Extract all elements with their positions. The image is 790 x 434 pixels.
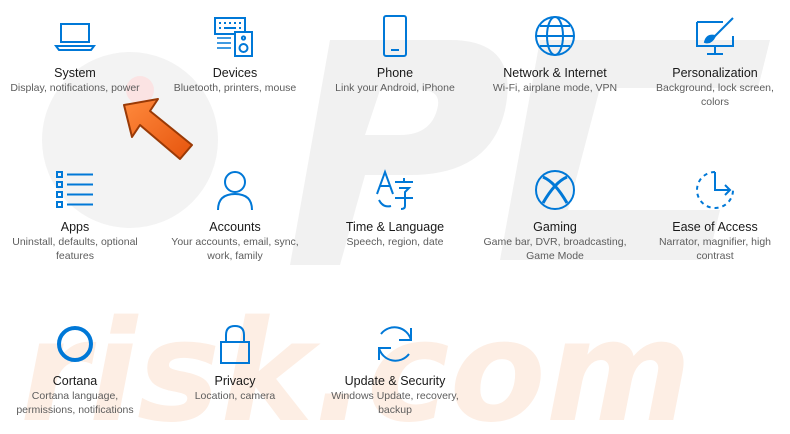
tile-description: Bluetooth, printers, mouse <box>173 82 297 94</box>
tile-title: System <box>54 66 96 80</box>
tile-description: Location, camera <box>194 390 276 402</box>
tile-title: Cortana <box>52 374 98 388</box>
tile-title: Phone <box>376 66 414 80</box>
tile-title: Personalization <box>672 66 758 80</box>
tile-description: Link your Android, iPhone <box>335 82 455 94</box>
language-icon <box>373 168 417 212</box>
globe-icon <box>533 14 577 58</box>
tile-gaming[interactable]: Gaming Game bar, DVR, broadcasting, Game… <box>480 168 630 263</box>
tile-description: Narrator, magnifier, high contrast <box>658 236 772 262</box>
settings-grid: System Display, notifications, power Dev… <box>0 0 790 434</box>
tile-description: Windows Update, recovery, backup <box>331 390 459 416</box>
tile-apps[interactable]: Apps Uninstall, defaults, optional featu… <box>0 168 150 263</box>
tile-network-internet[interactable]: Network & Internet Wi-Fi, airplane mode,… <box>480 14 630 96</box>
ease-of-access-icon <box>693 168 737 212</box>
tile-accounts[interactable]: Accounts Your accounts, email, sync, wor… <box>160 168 310 263</box>
tile-personalization[interactable]: Personalization Background, lock screen,… <box>640 14 790 109</box>
paint-screen-icon <box>693 14 737 58</box>
tile-description: Speech, region, date <box>346 236 444 248</box>
tile-title: Privacy <box>214 374 256 388</box>
tile-title: Devices <box>212 66 258 80</box>
tile-description: Cortana language, permissions, notificat… <box>16 390 134 416</box>
orange-arrow-icon <box>123 98 193 160</box>
tile-privacy[interactable]: Privacy Location, camera <box>160 322 310 404</box>
phone-icon <box>373 14 417 58</box>
tile-devices[interactable]: Devices Bluetooth, printers, mouse <box>160 14 310 96</box>
sync-icon <box>373 322 417 366</box>
tile-title: Accounts <box>209 220 261 234</box>
tile-title: Time & Language <box>345 220 445 234</box>
keyboard-speaker-icon <box>213 14 257 58</box>
tile-description: Display, notifications, power <box>10 82 140 94</box>
apps-list-icon <box>53 168 97 212</box>
tile-description: Uninstall, defaults, optional features <box>12 236 138 262</box>
tile-description: Wi-Fi, airplane mode, VPN <box>492 82 618 94</box>
tile-title: Network & Internet <box>503 66 607 80</box>
tile-cortana[interactable]: Cortana Cortana language, permissions, n… <box>0 322 150 417</box>
xbox-icon <box>533 168 577 212</box>
tile-title: Ease of Access <box>672 220 758 234</box>
tile-time-language[interactable]: Time & Language Speech, region, date <box>320 168 470 250</box>
laptop-icon <box>53 14 97 58</box>
person-icon <box>213 168 257 212</box>
tile-title: Gaming <box>533 220 577 234</box>
tile-ease-of-access[interactable]: Ease of Access Narrator, magnifier, high… <box>640 168 790 263</box>
tile-description: Your accounts, email, sync, work, family <box>171 236 299 262</box>
tile-description: Background, lock screen, colors <box>656 82 774 108</box>
tile-phone[interactable]: Phone Link your Android, iPhone <box>320 14 470 96</box>
tile-update-security[interactable]: Update & Security Windows Update, recove… <box>320 322 470 417</box>
tile-title: Update & Security <box>344 374 446 388</box>
tile-description: Game bar, DVR, broadcasting, Game Mode <box>483 236 627 262</box>
lock-icon <box>213 322 257 366</box>
tile-system[interactable]: System Display, notifications, power <box>0 14 150 96</box>
tile-title: Apps <box>60 220 90 234</box>
cortana-icon <box>53 322 97 366</box>
